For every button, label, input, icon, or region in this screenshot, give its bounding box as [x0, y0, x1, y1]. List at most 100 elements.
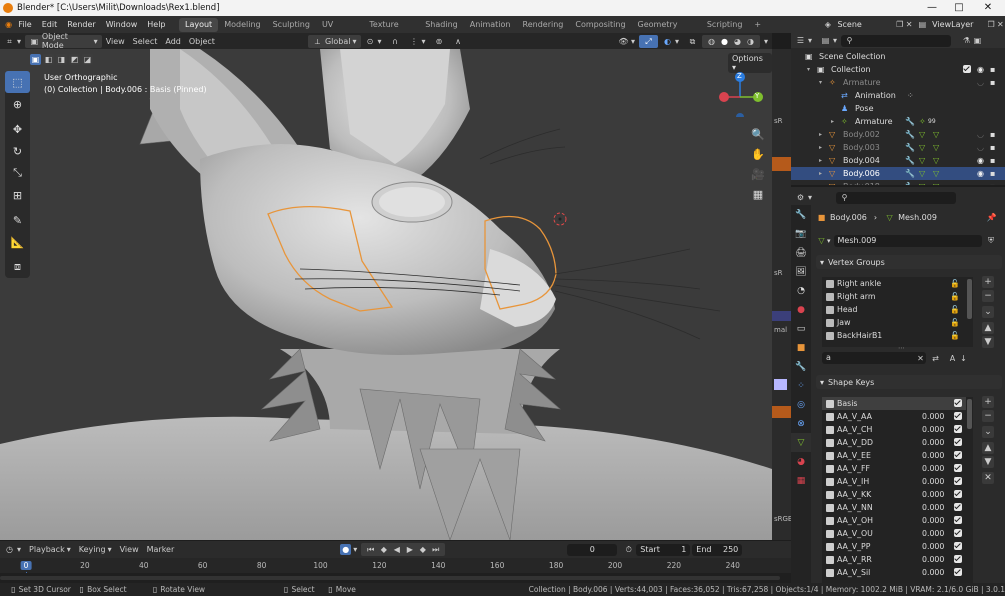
tab-uv-editing[interactable]: UV Editing — [316, 18, 363, 43]
eye-closed-icon[interactable]: ◡ — [977, 182, 984, 185]
vg-scrollbar[interactable] — [966, 277, 973, 347]
timeline-ruler[interactable]: 0 20 40 60 80 100 120 140 160 180 200 220 240 — [0, 558, 791, 582]
vg-specials-button[interactable]: ⌄ — [982, 306, 994, 318]
snap-target-button[interactable]: ⋮ ▾ — [405, 35, 430, 48]
shape-key-mute-checkbox[interactable] — [954, 555, 962, 563]
add-vertex-group-button[interactable]: + — [982, 276, 994, 288]
rendered-shading-icon[interactable]: ◑ — [745, 36, 756, 47]
expand-toggle-icon[interactable]: ▾ — [819, 79, 822, 86]
measure-tool[interactable]: 📐 — [5, 231, 30, 253]
vertex-group-row[interactable]: Right ankle 🔓 — [822, 277, 966, 290]
render-camera-icon[interactable]: ▪ — [990, 169, 995, 178]
select-invert-icon[interactable]: ◩ — [69, 54, 80, 65]
menu-view[interactable]: View — [102, 35, 129, 48]
eye-icon[interactable]: ◉ — [977, 156, 984, 165]
expand-toggle-icon[interactable]: ▸ — [819, 170, 822, 177]
shape-key-row[interactable]: AA_V_DD 0.000 — [822, 436, 966, 449]
expand-toggle-icon[interactable]: ▸ — [819, 144, 822, 151]
copy-scene-icon[interactable]: ❐ — [895, 19, 904, 30]
add-cube-tool[interactable]: ⧈ — [5, 256, 30, 278]
lock-icon[interactable]: 🔓 — [950, 279, 960, 288]
timeline-track[interactable] — [0, 573, 791, 583]
minimize-button[interactable]: — — [917, 0, 947, 16]
vertex-group-row[interactable]: Jaw 🔓 — [822, 316, 966, 329]
shape-key-mute-checkbox[interactable] — [954, 425, 962, 433]
jump-start-icon[interactable]: ⏮ — [365, 544, 376, 555]
view-layer-name[interactable]: ViewLayer — [927, 20, 986, 29]
shape-key-value[interactable]: 0.000 — [922, 568, 944, 577]
lock-icon[interactable]: 🔓 — [950, 318, 960, 327]
shape-key-value[interactable]: 0.000 — [922, 516, 944, 525]
menu-edit[interactable]: Edit — [37, 20, 63, 29]
properties-search-input[interactable]: ⚲ — [836, 191, 957, 204]
tab-rendering[interactable]: Rendering — [517, 18, 570, 32]
auto-keying-toggle[interactable]: ● ▾ — [336, 543, 361, 556]
shape-key-mute-checkbox[interactable] — [954, 529, 962, 537]
eye-closed-icon[interactable]: ◡ — [977, 143, 984, 152]
shape-key-mute-checkbox[interactable] — [954, 503, 962, 511]
rotate-tool[interactable]: ↻ — [5, 140, 30, 162]
render-camera-icon[interactable]: ▪ — [990, 143, 995, 152]
start-frame-field[interactable]: Start 1 — [636, 543, 691, 556]
tool-tab-icon[interactable]: 🔧 — [791, 205, 811, 224]
gizmo-toggle[interactable]: ⤢ — [638, 34, 658, 48]
playhead-frame[interactable]: 0 — [20, 561, 32, 570]
sk-specials-button[interactable]: ⌄ — [982, 426, 994, 438]
play-icon[interactable]: ▶ — [404, 544, 415, 555]
world-tab-icon[interactable]: ● — [791, 300, 811, 319]
stopwatch-icon[interactable]: ⏱ — [623, 544, 634, 555]
lock-icon[interactable]: 🔓 — [950, 305, 960, 314]
shape-key-row[interactable]: AA_V_PP 0.000 — [822, 540, 966, 553]
tab-layout[interactable]: Layout — [179, 17, 219, 32]
shape-key-mute-checkbox[interactable] — [954, 438, 962, 446]
3d-viewport[interactable]: ▣ ◧ ◨ ◩ ◪ Options ▾ Z Y 🔍 ✋ 🎥 ▦ — [0, 49, 772, 540]
proportional-edit-toggle[interactable]: ⊚ — [430, 35, 449, 48]
lock-icon[interactable]: 🔓 — [950, 331, 960, 340]
material-shading-icon[interactable]: ◕ — [732, 36, 743, 47]
add-shape-key-button[interactable]: + — [982, 396, 994, 408]
editor-type-button[interactable]: ⌗ ▾ — [0, 35, 25, 48]
snap-toggle[interactable]: ∩ — [386, 35, 405, 48]
clear-filter-icon[interactable]: ✕ — [915, 353, 926, 364]
sort-alpha-icon[interactable]: A — [947, 353, 958, 364]
delete-scene-icon[interactable]: ✕ — [904, 19, 913, 30]
vg-filter-input[interactable]: a — [822, 352, 926, 364]
view-layer-tab-icon[interactable]: 🖼 — [791, 262, 811, 281]
collection-tab-icon[interactable]: ▭ — [791, 319, 811, 338]
add-workspace-button[interactable]: + — [748, 18, 767, 32]
cursor-tool[interactable]: ⊕ — [5, 93, 30, 115]
transform-orientation-select[interactable]: ⟂ Global ▾ — [307, 34, 361, 48]
tab-modeling[interactable]: Modeling — [218, 18, 266, 32]
menu-file[interactable]: File — [13, 20, 36, 29]
move-tool[interactable]: ✥ — [5, 118, 30, 140]
expand-toggle-icon[interactable]: ▸ — [819, 157, 822, 164]
outliner-row[interactable]: ▾ ✧ Armature ◡ ▪ — [791, 76, 1005, 89]
particles-tab-icon[interactable]: ⁘ — [791, 376, 811, 395]
blender-menu-icon[interactable]: ◉ — [4, 19, 13, 30]
shape-key-row[interactable]: AA_V_OU 0.000 — [822, 527, 966, 540]
eye-closed-icon[interactable]: ◡ — [977, 130, 984, 139]
shape-keys-panel-header[interactable]: ▾ Shape Keys — [816, 375, 1002, 389]
outliner-row[interactable]: ▸ ▽ Body.002 🔧 ▽ ▽ ◡ ▪ — [791, 128, 1005, 141]
mesh-data-icon[interactable]: ▽ — [816, 235, 827, 246]
delete-view-layer-icon[interactable]: ✕ — [996, 19, 1005, 30]
mesh-name-field[interactable]: Mesh.009 — [833, 234, 982, 247]
modifier-tab-icon[interactable]: 🔧 — [791, 357, 811, 376]
physics-tab-icon[interactable]: ◎ — [791, 395, 811, 414]
material-tab-icon[interactable]: ◕ — [791, 452, 811, 471]
shape-key-row[interactable]: AA_V_EE 0.000 — [822, 449, 966, 462]
mode-select[interactable]: ▣ Object Mode ▾ — [25, 32, 102, 50]
shape-key-mute-checkbox[interactable] — [954, 490, 962, 498]
render-camera-icon[interactable]: ▪ — [990, 65, 995, 74]
tab-geometry-nodes[interactable]: Geometry Nodes — [632, 18, 701, 43]
scale-tool[interactable]: ⤡ — [5, 162, 30, 184]
tab-animation[interactable]: Animation — [464, 18, 517, 32]
constraints-tab-icon[interactable]: ⊗ — [791, 414, 811, 433]
shape-key-row[interactable]: AA_V_AA 0.000 — [822, 410, 966, 423]
display-mode-button[interactable]: ▤ ▾ — [816, 34, 841, 47]
shape-key-mute-checkbox[interactable] — [954, 568, 962, 576]
scene-name[interactable]: Scene — [832, 20, 895, 29]
play-reverse-icon[interactable]: ◀ — [391, 544, 402, 555]
eye-icon[interactable]: ◉ — [977, 169, 984, 178]
shape-key-mute-checkbox[interactable] — [954, 399, 962, 407]
